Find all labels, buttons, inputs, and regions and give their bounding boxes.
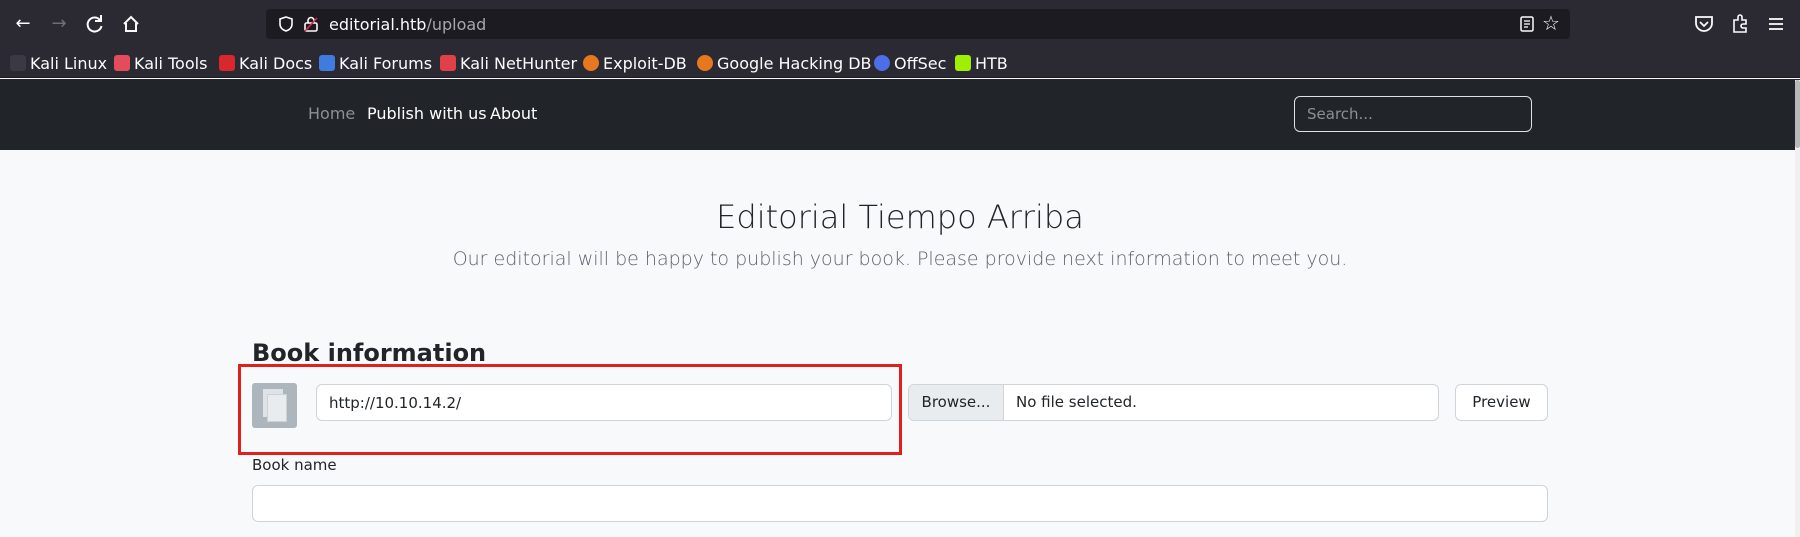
address-bar[interactable]: editorial.htb/upload ☆ [266, 9, 1570, 39]
lock-icon[interactable] [302, 15, 320, 33]
page-title: Editorial Tiempo Arriba [716, 198, 1084, 236]
nav-publish-link[interactable]: Publish with us [367, 104, 487, 123]
offsec-icon [874, 55, 890, 71]
reader-view-icon[interactable] [1518, 15, 1536, 33]
nav-home-link[interactable]: Home [308, 104, 355, 123]
bookmark-label: Google Hacking DB [717, 53, 872, 73]
ghdb-icon [697, 55, 713, 71]
kali-tools-icon [114, 55, 130, 71]
url-host: editorial.htb [329, 15, 427, 34]
bookmark-kali-forums[interactable]: Kali Forums [319, 51, 432, 75]
bookmark-label: HTB [975, 53, 1008, 73]
bookmark-label: Kali Docs [239, 53, 313, 73]
url-path: /upload [426, 15, 487, 34]
browse-button[interactable]: Browse... [909, 385, 1004, 420]
cover-file-input[interactable]: Browse... No file selected. [908, 384, 1439, 421]
bookmark-kali-linux[interactable]: Kali Linux [10, 51, 107, 75]
exploit-db-icon [583, 55, 599, 71]
bookmark-kali-docs[interactable]: Kali Docs [219, 51, 312, 75]
bookmark-label: Kali Tools [134, 53, 208, 73]
home-icon[interactable] [117, 10, 145, 38]
bookmark-label: Kali NetHunter [460, 53, 578, 73]
bookmark-exploit-db[interactable]: Exploit-DB [583, 51, 687, 75]
bookmark-kali-tools[interactable]: Kali Tools [114, 51, 207, 75]
bookmark-google-hacking-db[interactable]: Google Hacking DB [697, 51, 872, 75]
book-name-label: Book name [252, 456, 337, 474]
kali-nethunter-icon [440, 55, 456, 71]
url-text[interactable]: editorial.htb/upload [329, 15, 486, 34]
book-name-input[interactable] [252, 485, 1548, 522]
bookmark-label: Exploit-DB [603, 53, 687, 73]
extensions-icon[interactable] [1728, 12, 1752, 36]
section-title: Book information [252, 339, 487, 367]
bookmark-star-icon[interactable]: ☆ [1542, 12, 1562, 34]
menu-icon[interactable] [1764, 12, 1788, 36]
search-input[interactable] [1294, 96, 1532, 132]
kali-docs-icon [219, 55, 235, 71]
nav-about-link[interactable]: About [490, 104, 537, 123]
reload-icon[interactable] [81, 10, 109, 38]
file-status-text: No file selected. [1016, 393, 1137, 411]
kali-dragon-icon [10, 55, 26, 71]
page-scrollbar[interactable] [1795, 80, 1800, 537]
forward-icon[interactable]: → [45, 10, 73, 38]
browser-chrome: ← → editorial.htb/upload ☆ Kali Linux Ka… [0, 0, 1800, 78]
browser-toolbar: ← → editorial.htb/upload ☆ [0, 0, 1800, 48]
bookmark-label: Kali Linux [30, 53, 108, 73]
shield-icon[interactable] [277, 15, 295, 33]
bookmark-label: Kali Forums [339, 53, 433, 73]
pocket-icon[interactable] [1692, 12, 1716, 36]
page-subtitle: Our editorial will be happy to publish y… [452, 248, 1348, 270]
kali-forums-icon [319, 55, 335, 71]
htb-cube-icon [955, 55, 971, 71]
bookmark-htb[interactable]: HTB [955, 51, 1008, 75]
bookmark-offsec[interactable]: OffSec [874, 51, 946, 75]
scrollbar-thumb[interactable] [1795, 80, 1800, 148]
bookmark-kali-nethunter[interactable]: Kali NetHunter [440, 51, 577, 75]
preview-button[interactable]: Preview [1455, 384, 1548, 421]
back-icon[interactable]: ← [9, 10, 37, 38]
red-annotation-box [238, 364, 902, 455]
bookmarks-toolbar: Kali Linux Kali Tools Kali Docs Kali For… [0, 48, 1800, 78]
bookmark-label: OffSec [894, 53, 947, 73]
